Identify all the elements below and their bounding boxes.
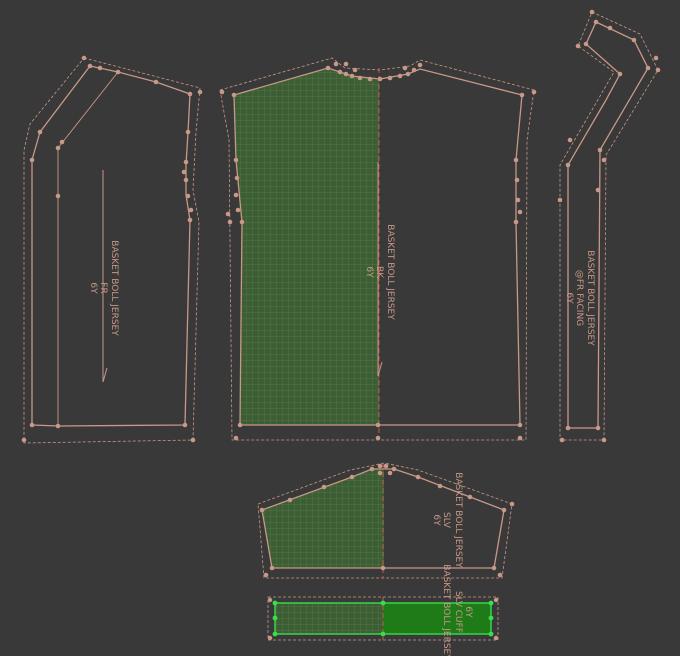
front-piece[interactable]: BASKET BOLL JERSEY FR 6Y xyxy=(21,55,203,444)
sleeve-piece[interactable]: BASKET BOLL JERSEY SLV 6Y xyxy=(257,462,515,579)
back-label-line1: BASKET BOLL JERSEY xyxy=(385,224,395,320)
cuff-label-line3: 6Y xyxy=(463,606,473,618)
sleeve-label-line3: 6Y xyxy=(431,514,441,526)
sleeve-label-line2: SLV xyxy=(441,512,451,529)
facing-points[interactable] xyxy=(557,9,661,443)
cuff-label-line2: SLV CUFF xyxy=(453,591,463,633)
back-label-line2: BK xyxy=(374,266,384,279)
front-label-line1: BASKET BOLL JERSEY xyxy=(109,240,119,336)
front-inner-line xyxy=(57,71,119,425)
cuff-label-line1: BASKET BOLL JERSEY xyxy=(441,564,451,656)
cuff-right-fill xyxy=(383,603,491,634)
sleeve-label-line1: BASKET BOLL JERSEY xyxy=(453,472,463,568)
facing-label-line2: @FR FACING xyxy=(574,270,584,326)
facing-label-line1: BASKET BOLL JERSEY xyxy=(585,250,595,346)
front-label-line2: FR xyxy=(98,282,108,293)
back-label-line3: 6Y xyxy=(364,266,374,278)
sleeve-label: BASKET BOLL JERSEY SLV 6Y xyxy=(431,472,463,568)
pattern-canvas[interactable]: BASKET BOLL JERSEY FR 6Y BASKET BOLL JER… xyxy=(0,0,680,656)
front-grainline xyxy=(102,170,108,383)
front-label-line3: 6Y xyxy=(88,282,98,294)
back-piece[interactable]: BASKET BOLL JERSEY BK 6Y xyxy=(219,57,537,441)
facing-piece[interactable]: BASKET BOLL JERSEY @FR FACING 6Y xyxy=(557,9,661,443)
facing-label-line3: 6Y xyxy=(564,292,574,304)
cuff-left-grid xyxy=(275,603,383,634)
